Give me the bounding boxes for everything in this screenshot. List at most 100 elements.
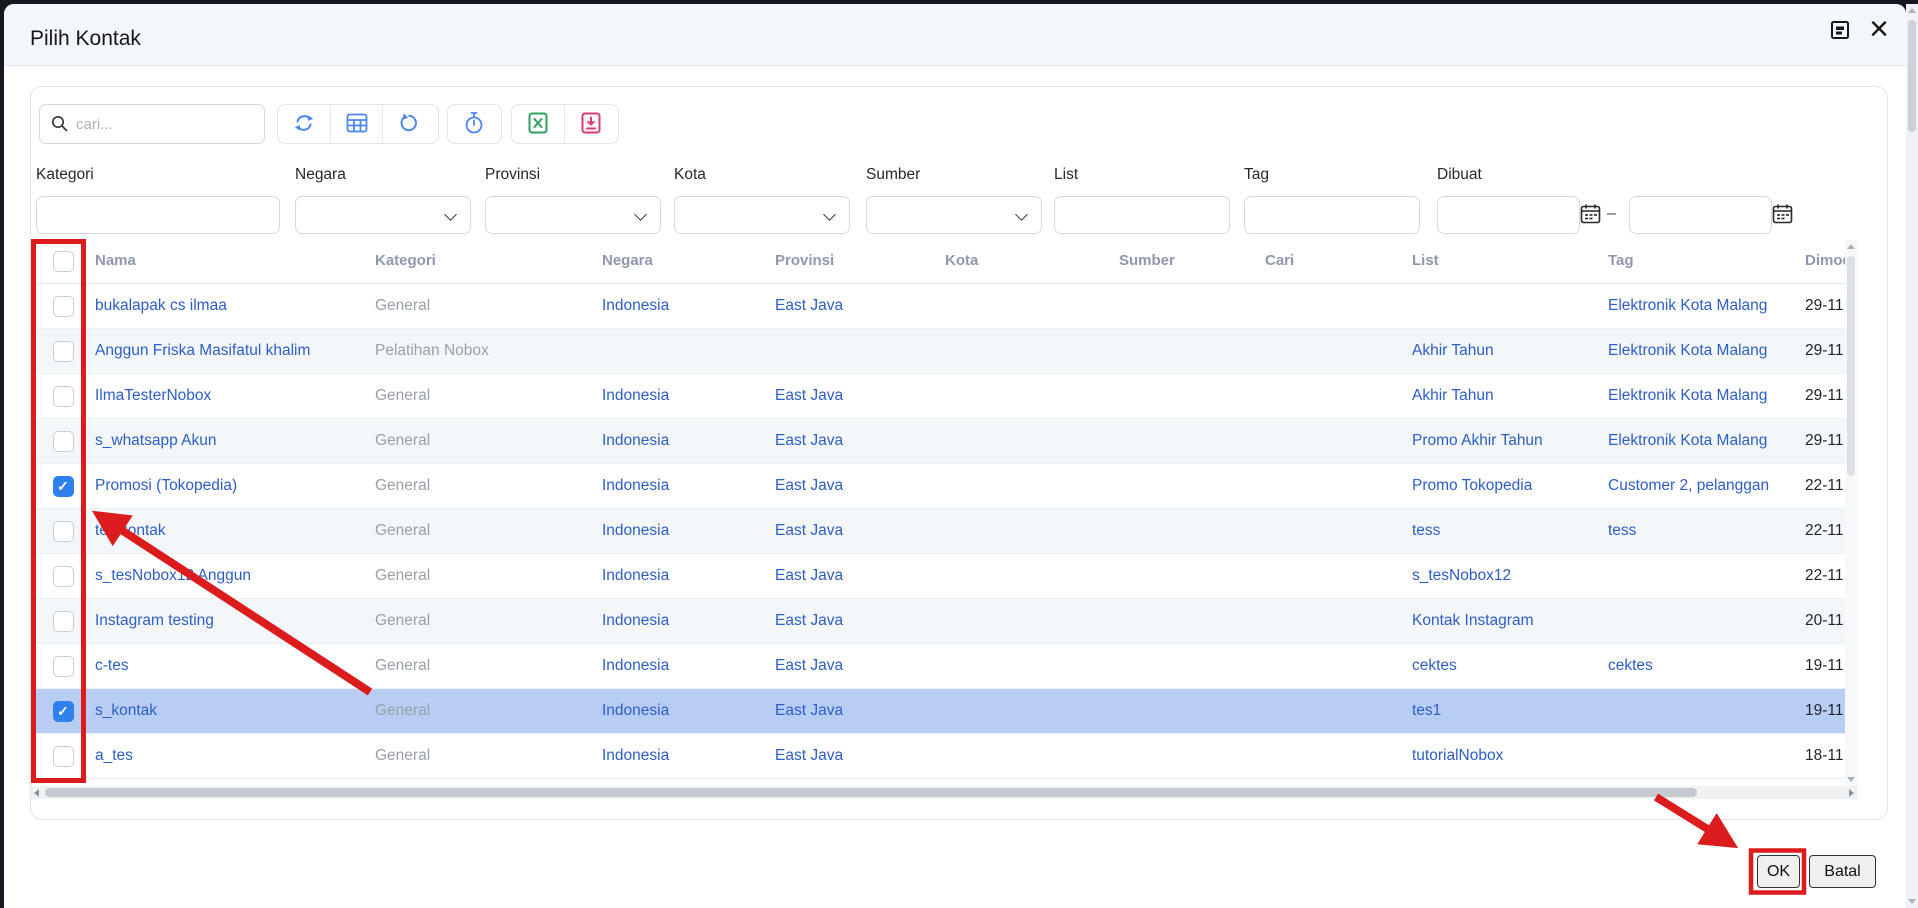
cell-list[interactable]: Promo Akhir Tahun [1412, 419, 1608, 463]
dibuat-to-input[interactable] [1629, 196, 1772, 234]
page-scrollbar-thumb[interactable] [1908, 20, 1916, 132]
cell-tag[interactable]: Elektronik Kota Malang [1608, 419, 1805, 463]
cell-nama[interactable]: s_tesNobox12 Anggun [95, 554, 375, 598]
cell-tag[interactable]: Customer 2, pelanggan [1608, 464, 1805, 508]
column-header-cari[interactable]: Cari [1265, 239, 1412, 283]
cell-nama[interactable]: Promosi (Tokopedia) [95, 464, 375, 508]
cell-nama[interactable]: Instagram testing [95, 599, 375, 643]
column-header-nama[interactable]: Nama [95, 239, 375, 283]
ok-button[interactable]: OK [1757, 855, 1800, 888]
horizontal-scrollbar-thumb[interactable] [45, 788, 1697, 797]
cell-provinsi[interactable]: East Java [775, 464, 945, 508]
scroll-right-icon[interactable] [1849, 789, 1854, 797]
export-excel-button[interactable] [512, 105, 564, 143]
restore-window-button[interactable] [1830, 20, 1850, 40]
column-header-kota[interactable]: Kota [945, 239, 1119, 283]
timer-button[interactable] [448, 105, 500, 143]
scroll-up-icon[interactable] [1908, 8, 1916, 13]
row-checkbox[interactable] [53, 296, 74, 317]
negara-select[interactable] [295, 196, 471, 234]
cell-negara[interactable]: Indonesia [602, 464, 775, 508]
cell-list[interactable]: Promo Tokopedia [1412, 464, 1608, 508]
column-header-kategori[interactable]: Kategori [375, 239, 602, 283]
row-checkbox[interactable] [53, 701, 74, 722]
export-pdf-button[interactable] [564, 105, 616, 143]
table-row[interactable]: s_whatsapp AkunGeneralIndonesiaEast Java… [31, 419, 1845, 464]
cell-tag[interactable]: tess [1608, 509, 1805, 553]
cell-negara[interactable]: Indonesia [602, 644, 775, 688]
cell-provinsi[interactable]: East Java [775, 374, 945, 418]
cell-list[interactable]: Kontak Instagram [1412, 599, 1608, 643]
scroll-down-icon[interactable] [1908, 899, 1916, 904]
cell-nama[interactable]: a_tes [95, 734, 375, 778]
cell-negara[interactable]: Indonesia [602, 284, 775, 328]
cell-negara[interactable]: Indonesia [602, 419, 775, 463]
dibuat-from-input[interactable] [1437, 196, 1580, 234]
table-row[interactable]: Anggun Friska Masifatul khalimPelatihan … [31, 329, 1845, 374]
cell-list[interactable]: Akhir Tahun [1412, 329, 1608, 373]
list-input[interactable] [1054, 196, 1230, 234]
cell-negara[interactable]: Indonesia [602, 509, 775, 553]
row-checkbox[interactable] [53, 746, 74, 767]
table-view-button[interactable] [330, 105, 382, 143]
search-input[interactable] [74, 106, 258, 142]
cell-list[interactable]: tess [1412, 509, 1608, 553]
cell-nama[interactable]: s_whatsapp Akun [95, 419, 375, 463]
table-row[interactable]: Instagram testingGeneralIndonesiaEast Ja… [31, 599, 1845, 644]
cell-nama[interactable]: c-tes [95, 644, 375, 688]
cell-nama[interactable]: bukalapak cs ilmaa [95, 284, 375, 328]
cell-negara[interactable]: Indonesia [602, 599, 775, 643]
scroll-down-icon[interactable] [1847, 777, 1855, 782]
cell-list[interactable]: tutorialNobox [1412, 734, 1608, 778]
kota-select[interactable] [674, 196, 850, 234]
cell-nama[interactable]: IlmaTesterNobox [95, 374, 375, 418]
refresh-button[interactable] [278, 105, 330, 143]
cell-nama[interactable]: tes kontak [95, 509, 375, 553]
cell-tag[interactable]: cektes [1608, 644, 1805, 688]
table-row[interactable]: a_tesGeneralIndonesiaEast JavatutorialNo… [31, 734, 1845, 779]
calendar-to-button[interactable] [1772, 203, 1793, 224]
row-checkbox[interactable] [53, 476, 74, 497]
select-all-checkbox[interactable] [53, 251, 74, 272]
column-header-list[interactable]: List [1412, 239, 1608, 283]
cell-provinsi[interactable]: East Java [775, 644, 945, 688]
cell-tag[interactable]: Elektronik Kota Malang [1608, 284, 1805, 328]
column-header-dimod[interactable]: Dimod [1805, 239, 1845, 283]
cell-negara[interactable]: Indonesia [602, 554, 775, 598]
cell-provinsi[interactable]: East Java [775, 419, 945, 463]
cell-list[interactable]: tes1 [1412, 689, 1608, 733]
cell-provinsi[interactable]: East Java [775, 734, 945, 778]
column-header-sumber[interactable]: Sumber [1119, 239, 1265, 283]
column-header-tag[interactable]: Tag [1608, 239, 1805, 283]
row-checkbox[interactable] [53, 431, 74, 452]
cell-nama[interactable]: Anggun Friska Masifatul khalim [95, 329, 375, 373]
calendar-from-button[interactable] [1580, 203, 1601, 224]
vertical-scrollbar-thumb[interactable] [1847, 256, 1855, 476]
cell-provinsi[interactable]: East Java [775, 509, 945, 553]
cell-provinsi[interactable]: East Java [775, 689, 945, 733]
sumber-select[interactable] [866, 196, 1042, 234]
cell-negara[interactable]: Indonesia [602, 374, 775, 418]
tag-input[interactable] [1244, 196, 1420, 234]
cell-tag[interactable]: Elektronik Kota Malang [1608, 329, 1805, 373]
row-checkbox[interactable] [53, 386, 74, 407]
cell-tag[interactable]: Elektronik Kota Malang [1608, 374, 1805, 418]
cancel-button[interactable]: Batal [1809, 855, 1876, 888]
table-row[interactable]: c-tesGeneralIndonesiaEast Javacektescekt… [31, 644, 1845, 689]
kategori-input[interactable] [36, 196, 280, 234]
close-button[interactable]: × [1862, 6, 1896, 52]
row-checkbox[interactable] [53, 521, 74, 542]
provinsi-select[interactable] [485, 196, 661, 234]
table-row[interactable]: bukalapak cs ilmaaGeneralIndonesiaEast J… [31, 284, 1845, 329]
column-header-provinsi[interactable]: Provinsi [775, 239, 945, 283]
row-checkbox[interactable] [53, 611, 74, 632]
row-checkbox[interactable] [53, 656, 74, 677]
table-row[interactable]: Promosi (Tokopedia)GeneralIndonesiaEast … [31, 464, 1845, 509]
row-checkbox[interactable] [53, 566, 74, 587]
column-header-negara[interactable]: Negara [602, 239, 775, 283]
table-row[interactable]: s_tesNobox12 AnggunGeneralIndonesiaEast … [31, 554, 1845, 599]
scroll-left-icon[interactable] [34, 789, 39, 797]
cell-list[interactable]: s_tesNobox12 [1412, 554, 1608, 598]
scroll-up-icon[interactable] [1847, 244, 1855, 249]
cell-nama[interactable]: s_kontak [95, 689, 375, 733]
